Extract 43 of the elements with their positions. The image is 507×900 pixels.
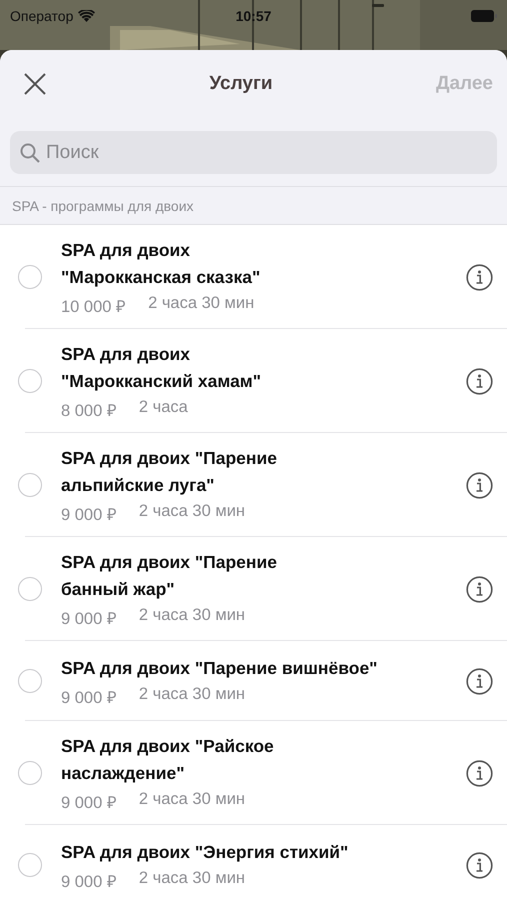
info-icon[interactable]	[466, 264, 493, 290]
carrier-name: Оператор	[10, 8, 74, 24]
radio-button[interactable]	[18, 369, 42, 393]
service-title: SPA для двоих "Парение альпийские луга"	[61, 447, 278, 497]
service-duration: 2 часа 30 мин	[148, 294, 254, 314]
info-icon[interactable]	[466, 472, 493, 498]
service-duration: 2 часа 30 мин	[138, 790, 246, 810]
service-price: 9 000 ₽	[61, 872, 117, 892]
radio-button[interactable]	[18, 265, 42, 289]
radio-button[interactable]	[18, 577, 42, 601]
radio-button[interactable]	[18, 669, 42, 693]
close-icon[interactable]	[24, 73, 46, 95]
service-duration: 2 часа	[138, 398, 188, 418]
service-duration: 2 часа 30 мин	[138, 502, 246, 522]
search-field[interactable]: Поиск	[10, 131, 497, 174]
service-title: SPA для двоих "Райское наслаждение"	[61, 735, 275, 785]
clock-time: 10:57	[236, 8, 272, 24]
section-header: SPA - программы для двоих	[12, 198, 194, 214]
service-price: 9 000 ₽	[61, 793, 117, 813]
info-icon[interactable]	[466, 852, 493, 878]
service-duration: 2 часа 30 мин	[138, 606, 246, 626]
service-duration: 2 часа 30 мин	[138, 684, 246, 704]
wifi-icon	[78, 10, 96, 22]
service-title: SPA для двоих "Парение вишнёвое"	[61, 656, 378, 680]
service-title: SPA для двоих "Марокканский хамам"	[61, 343, 262, 393]
service-price: 9 000 ₽	[61, 609, 117, 629]
radio-button[interactable]	[18, 853, 42, 877]
service-price: 10 000 ₽	[61, 297, 126, 317]
info-icon[interactable]	[466, 668, 493, 694]
info-icon[interactable]	[466, 760, 493, 786]
service-title: SPA для двоих "Марокканская сказка"	[61, 239, 262, 289]
info-icon[interactable]	[466, 576, 493, 602]
radio-button[interactable]	[18, 473, 42, 497]
service-price: 8 000 ₽	[61, 401, 117, 421]
service-duration: 2 часа 30 мин	[138, 868, 246, 888]
service-title: SPA для двоих "Парение банный жар"	[61, 551, 278, 601]
service-title: SPA для двоих "Энергия стихий"	[61, 840, 350, 864]
service-price: 9 000 ₽	[61, 688, 117, 708]
radio-button[interactable]	[18, 761, 42, 785]
sheet-title: Услуги	[209, 73, 273, 94]
service-price: 9 000 ₽	[61, 505, 117, 525]
info-icon[interactable]	[466, 368, 493, 394]
battery-icon	[470, 10, 497, 22]
